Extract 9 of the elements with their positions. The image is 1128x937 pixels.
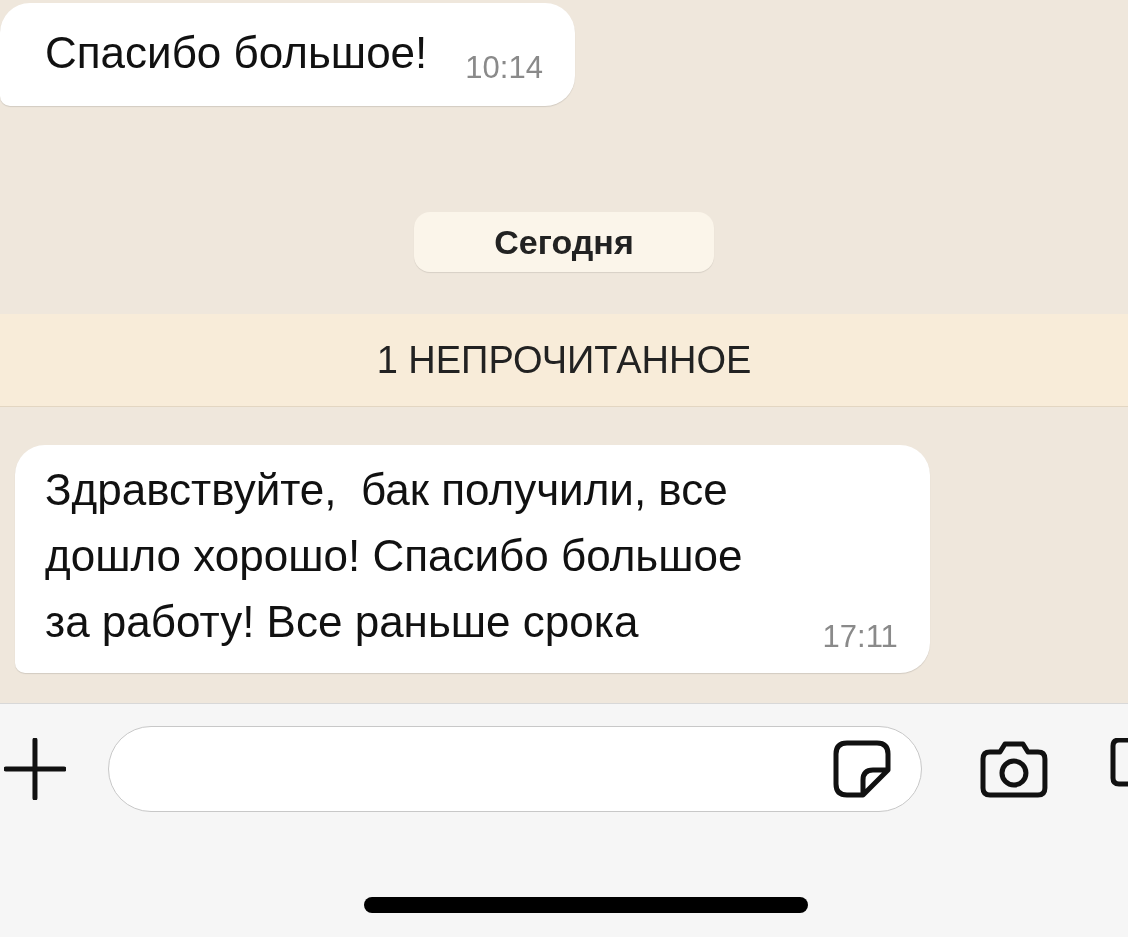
date-divider: Сегодня — [414, 212, 714, 272]
message-text: Здравствуйте, бак получили, все дошло хорошо! Спасибо большое за работу! Все раньше срока — [45, 464, 743, 648]
sticker-icon[interactable] — [833, 740, 892, 798]
message-text: Спасибо большое! — [45, 27, 428, 79]
message-time: 17:11 — [822, 619, 898, 655]
camera-icon[interactable] — [980, 740, 1048, 798]
message-time: 10:14 — [465, 50, 543, 86]
unread-banner: 1 НЕПРОЧИТАННОЕ — [0, 314, 1128, 407]
plus-icon[interactable] — [4, 738, 66, 800]
